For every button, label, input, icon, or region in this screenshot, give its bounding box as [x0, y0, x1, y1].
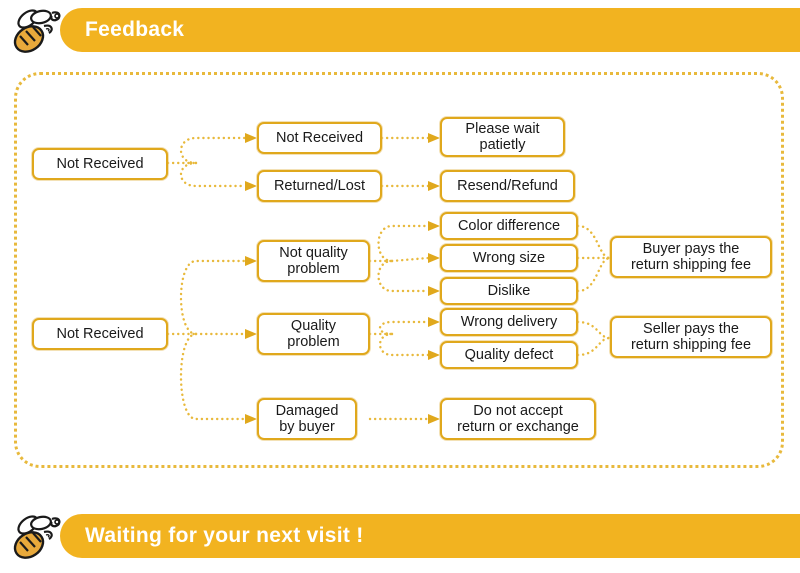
node-not-quality-problem[interactable]: Not quality problem — [257, 240, 370, 282]
node-quality-problem[interactable]: Quality problem — [257, 313, 370, 355]
node-returned-lost[interactable]: Returned/Lost — [257, 170, 382, 202]
footer-banner: Waiting for your next visit ! — [0, 514, 800, 559]
page-title: Feedback — [85, 18, 185, 41]
node-color-difference[interactable]: Color difference — [440, 212, 578, 240]
bee-icon — [13, 515, 61, 559]
header-banner: Feedback — [0, 8, 800, 53]
node-please-wait[interactable]: Please wait patietly — [440, 117, 565, 157]
node-not-received-3[interactable]: Not Received — [32, 318, 168, 350]
node-buyer-pays[interactable]: Buyer pays the return shipping fee — [610, 236, 772, 278]
node-damaged-by-buyer[interactable]: Damaged by buyer — [257, 398, 357, 440]
node-not-received-1[interactable]: Not Received — [32, 148, 168, 180]
bee-icon — [13, 9, 61, 53]
node-not-received-2[interactable]: Not Received — [257, 122, 382, 154]
node-no-return-exchange[interactable]: Do not accept return or exchange — [440, 398, 596, 440]
node-wrong-delivery[interactable]: Wrong delivery — [440, 308, 578, 336]
node-quality-defect[interactable]: Quality defect — [440, 341, 578, 369]
node-dislike[interactable]: Dislike — [440, 277, 578, 305]
footer-title: Waiting for your next visit ! — [85, 524, 364, 547]
node-resend-refund[interactable]: Resend/Refund — [440, 170, 575, 202]
node-seller-pays[interactable]: Seller pays the return shipping fee — [610, 316, 772, 358]
node-wrong-size[interactable]: Wrong size — [440, 244, 578, 272]
